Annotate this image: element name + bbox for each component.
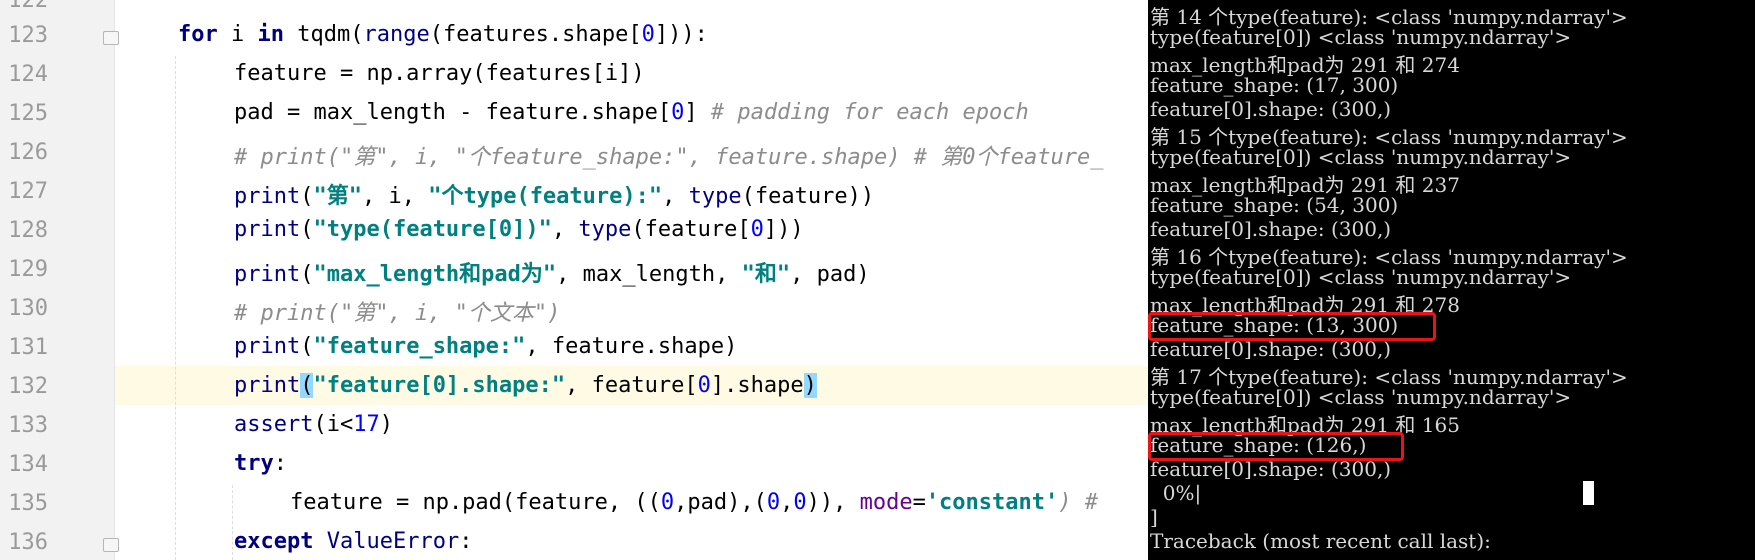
terminal-line: type(feature[0]) <class 'numpy.ndarray'>: [1150, 265, 1572, 289]
code-line-133: assert(i<17): [234, 412, 393, 437]
indent-guide: [175, 56, 176, 560]
line-number-gutter: 122 123 124 125 126 127 128 129 130 131 …: [0, 0, 119, 560]
progress-line: 0%|: [1150, 481, 1202, 505]
code-line-129: print("max_length和pad为", max_length, "和"…: [234, 262, 870, 287]
terminal-line: feature_shape: (17, 300): [1150, 73, 1399, 97]
line-number: 127: [8, 179, 48, 204]
highlight-box: [1148, 432, 1404, 461]
code-line-124: feature = np.array(features[i]): [234, 61, 645, 86]
line-number: 122: [8, 0, 48, 13]
code-line-130: # print("第", i, "个文本"): [234, 301, 561, 326]
line-number: 129: [8, 257, 48, 282]
terminal-output[interactable]: 第 14 个type(feature): <class 'numpy.ndarr…: [1148, 0, 1755, 560]
line-number: 124: [8, 62, 48, 87]
terminal-line: feature[0].shape: (300,): [1150, 97, 1392, 121]
terminal-line: feature[0].shape: (300,): [1150, 217, 1392, 241]
code-line-123: for i in tqdm(range(features.shape[0])):: [178, 22, 708, 47]
traceback-line: Traceback (most recent call last):: [1150, 529, 1491, 553]
terminal-line: feature_shape: (54, 300): [1150, 193, 1399, 217]
terminal-line: type(feature[0]) <class 'numpy.ndarray'>: [1150, 385, 1572, 409]
text-cursor: [1583, 481, 1594, 505]
line-number: 123: [8, 23, 48, 48]
code-editor[interactable]: 122 123 124 125 126 127 128 129 130 131 …: [0, 0, 1148, 560]
fold-icon[interactable]: [103, 31, 119, 45]
line-number: 133: [8, 413, 48, 438]
line-number: 128: [8, 218, 48, 243]
code-line-127: print("第", i, "个type(feature):", type(fe…: [234, 184, 875, 209]
terminal-line: type(feature[0]) <class 'numpy.ndarray'>: [1150, 25, 1572, 49]
indent-guide: [232, 485, 233, 560]
line-number: 126: [8, 140, 48, 165]
terminal-line: type(feature[0]) <class 'numpy.ndarray'>: [1150, 145, 1572, 169]
code-line-135: feature = np.pad(feature, ((0,pad),(0,0)…: [290, 490, 1099, 515]
fold-icon[interactable]: [103, 538, 119, 552]
line-number: 134: [8, 452, 48, 477]
highlight-box: [1148, 312, 1436, 341]
code-line-136: except ValueError:: [234, 529, 473, 554]
line-number: 130: [8, 296, 48, 321]
line-number: 136: [8, 530, 48, 555]
code-line-128: print("type(feature[0])", type(feature[0…: [234, 217, 804, 242]
line-number: 132: [8, 374, 48, 399]
code-line-132: print("feature[0].shape:", feature[0].sh…: [234, 373, 817, 398]
code-line-131: print("feature_shape:", feature.shape): [234, 334, 738, 359]
code-line-134: try:: [234, 451, 287, 476]
terminal-line: ]: [1150, 505, 1158, 529]
code-line-125: pad = max_length - feature.shape[0] # pa…: [234, 100, 1029, 125]
line-number: 135: [8, 491, 48, 516]
line-number: 131: [8, 335, 48, 360]
code-line-126: # print("第", i, "个feature_shape:", featu…: [234, 145, 1104, 170]
line-number: 125: [8, 101, 48, 126]
